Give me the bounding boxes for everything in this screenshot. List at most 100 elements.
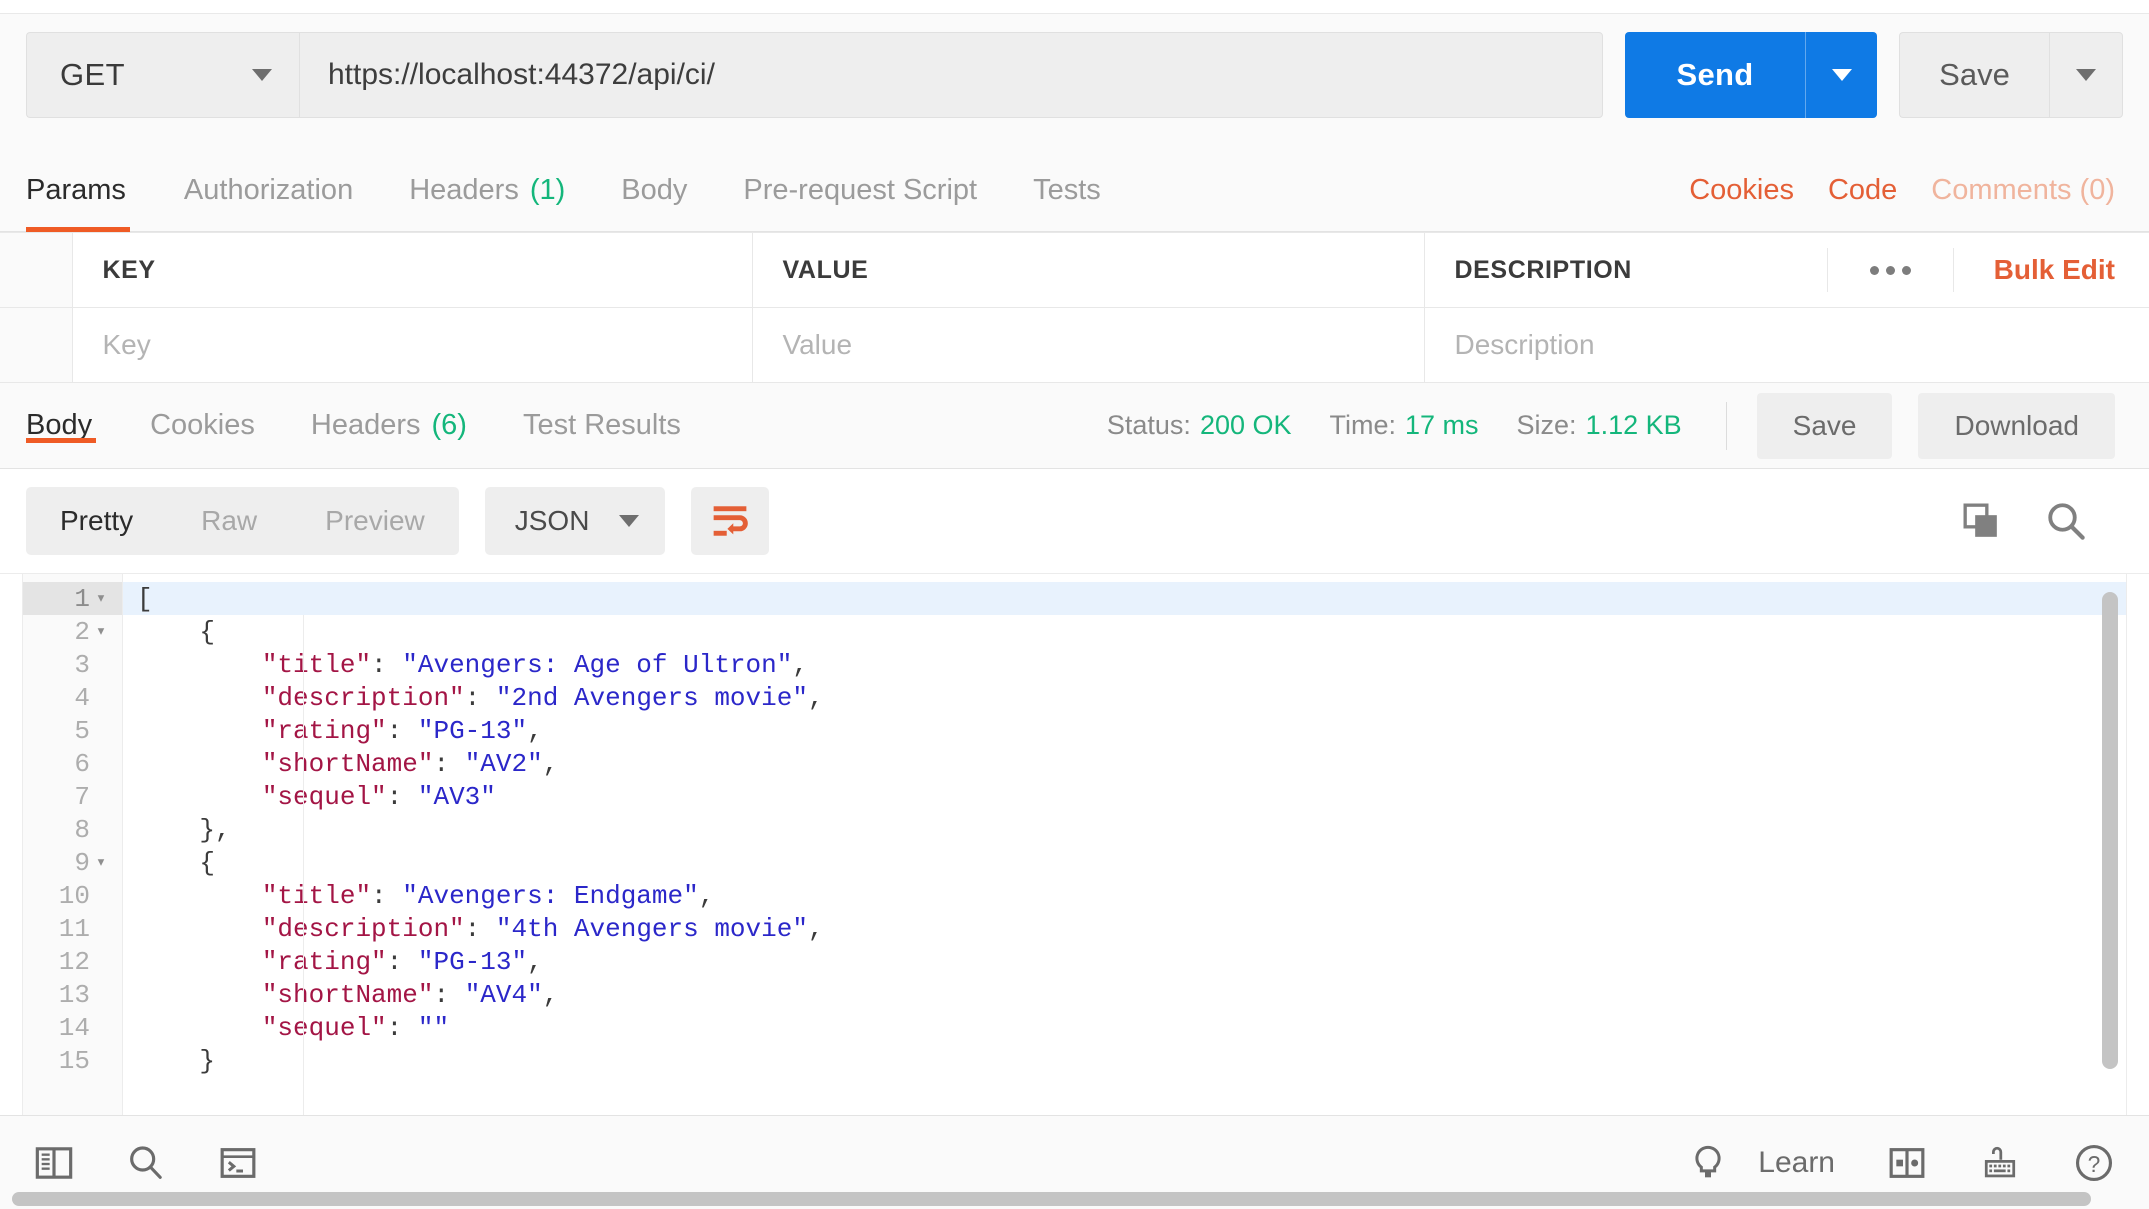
tab-count-badge: (1) (529, 174, 566, 206)
request-tab-bar: Params Authorization Headers (1) Body Pr… (0, 150, 2149, 232)
json-punctuation: { (137, 616, 216, 647)
column-header-value: VALUE (751, 232, 1425, 308)
json-value: "" (417, 1012, 450, 1043)
response-tab-body[interactable]: Body (26, 409, 122, 443)
chevron-down-icon (2076, 69, 2096, 81)
tab-label: Params (26, 174, 126, 206)
vertical-scrollbar[interactable] (2102, 588, 2118, 1101)
line-number: 4 (74, 682, 90, 713)
view-mode-preview[interactable]: Preview (291, 487, 459, 555)
tab-label: Test Results (522, 409, 681, 441)
horizontal-scrollbar[interactable] (0, 1189, 2149, 1209)
code-line: "rating": "PG-13", (123, 714, 2126, 747)
word-wrap-toggle[interactable] (691, 487, 770, 555)
time-meta: Time: 17 ms (1330, 410, 1479, 441)
status-bar-right: Learn ? (1688, 1142, 2115, 1184)
line-number: 12 (58, 946, 90, 977)
more-options-icon[interactable] (1826, 248, 1954, 292)
time-label: Time: (1329, 410, 1397, 440)
json-value: "2nd Avengers movie" (495, 682, 808, 713)
json-punctuation: : (386, 1012, 418, 1043)
save-response-button[interactable]: Save (1756, 392, 1893, 459)
tab-body[interactable]: Body (593, 150, 715, 231)
divider (1725, 401, 1727, 450)
search-icon[interactable] (126, 1143, 166, 1183)
code-content[interactable]: [ { "title": "Avengers: Age of Ultron", … (123, 574, 2126, 1115)
svg-text:?: ? (2088, 1150, 2101, 1176)
keyboard-shortcuts-icon[interactable] (1979, 1143, 2021, 1183)
json-punctuation: , (698, 880, 715, 911)
json-punctuation (137, 650, 262, 680)
tab-params[interactable]: Params (26, 150, 156, 232)
sidebar-toggle-icon[interactable] (34, 1143, 74, 1183)
help-icon[interactable]: ? (2073, 1142, 2115, 1184)
response-tab-bar: Body Cookies Headers (6) Test Results St… (0, 383, 2149, 469)
http-method-label: GET (60, 57, 125, 92)
search-icon[interactable] (2045, 500, 2087, 542)
json-key: "shortName" (261, 748, 434, 779)
json-punctuation: : (464, 682, 496, 713)
param-description-input[interactable]: Description (1423, 307, 2149, 383)
scrollbar-thumb[interactable] (12, 1192, 2091, 1206)
query-params-table: KEY VALUE DESCRIPTION Bulk Edit Key Valu… (0, 232, 2149, 383)
save-request-button[interactable]: Save (1899, 32, 2049, 118)
tab-tests[interactable]: Tests (1005, 150, 1129, 231)
code-line: "title": "Avengers: Endgame", (123, 879, 2126, 912)
json-punctuation: }, (137, 814, 231, 845)
code-line: }, (123, 813, 2126, 846)
table-row: Key Value Description (0, 307, 2149, 383)
view-mode-pretty[interactable]: Pretty (26, 487, 167, 555)
url-input[interactable]: https://localhost:44372/api/ci/ (299, 32, 1603, 118)
code-editor[interactable]: 1 ▾ 2 ▾ 3 4 5 6 7 8 9 ▾ 10 11 12 13 14 15 [ { "title": "A… (22, 574, 2127, 1115)
tab-label: Pre-request Script (743, 174, 978, 206)
line-number: 13 (58, 979, 90, 1010)
cookies-link[interactable]: Cookies (1689, 174, 1794, 207)
fold-toggle-icon[interactable]: ▾ (90, 852, 112, 873)
json-value: "AV4" (464, 979, 543, 1010)
tab-label: Headers (409, 174, 519, 206)
learn-link[interactable]: Learn (1758, 1146, 1835, 1180)
response-tab-test-results[interactable]: Test Results (495, 409, 709, 442)
param-key-input[interactable]: Key (71, 307, 753, 383)
send-options-dropdown[interactable] (1805, 32, 1877, 118)
json-key: "sequel" (261, 781, 387, 812)
response-body-viewer: 1 ▾ 2 ▾ 3 4 5 6 7 8 9 ▾ 10 11 12 13 14 15 [ { "title": "A… (0, 573, 2149, 1115)
response-tab-headers[interactable]: Headers (6) (283, 409, 495, 442)
json-punctuation: , (542, 748, 559, 779)
code-line: "title": "Avengers: Age of Ultron", (123, 648, 2126, 681)
bulk-edit-link[interactable]: Bulk Edit (1954, 254, 2115, 286)
tab-count-badge: (6) (431, 409, 467, 441)
tab-label: Tests (1033, 174, 1101, 206)
http-method-dropdown[interactable]: GET (26, 32, 299, 118)
code-link[interactable]: Code (1828, 174, 1897, 207)
lightbulb-icon[interactable] (1688, 1143, 1728, 1183)
response-tab-cookies[interactable]: Cookies (122, 409, 283, 442)
layout-toggle-icon[interactable] (1887, 1143, 1927, 1183)
json-punctuation (137, 980, 262, 1010)
status-label: Status: (1106, 410, 1191, 440)
send-button[interactable]: Send (1625, 32, 1805, 118)
comments-link[interactable]: Comments (0) (1931, 174, 2115, 207)
time-value: 17 ms (1405, 410, 1479, 440)
tab-headers[interactable]: Headers (1) (381, 150, 593, 231)
console-icon[interactable] (218, 1143, 258, 1183)
download-response-button[interactable]: Download (1918, 392, 2115, 459)
json-punctuation: : (386, 781, 418, 812)
copy-icon[interactable] (1961, 501, 2001, 541)
json-punctuation: : (433, 748, 465, 779)
tab-pre-request-script[interactable]: Pre-request Script (715, 150, 1005, 231)
fold-toggle-icon[interactable]: ▾ (90, 588, 112, 609)
view-mode-raw[interactable]: Raw (167, 487, 291, 555)
column-header-key: KEY (71, 232, 753, 308)
param-value-input[interactable]: Value (751, 307, 1425, 383)
tab-authorization[interactable]: Authorization (156, 150, 381, 231)
select-all-cell (0, 232, 73, 308)
save-options-dropdown[interactable] (2049, 32, 2123, 118)
response-language-dropdown[interactable]: JSON (484, 487, 666, 555)
row-checkbox-cell[interactable] (0, 307, 73, 383)
tab-label: Body (26, 409, 93, 441)
json-punctuation: { (137, 847, 216, 878)
scrollbar-thumb[interactable] (2102, 592, 2118, 1070)
fold-toggle-icon[interactable]: ▾ (90, 621, 112, 642)
status-value: 200 OK (1199, 410, 1292, 440)
